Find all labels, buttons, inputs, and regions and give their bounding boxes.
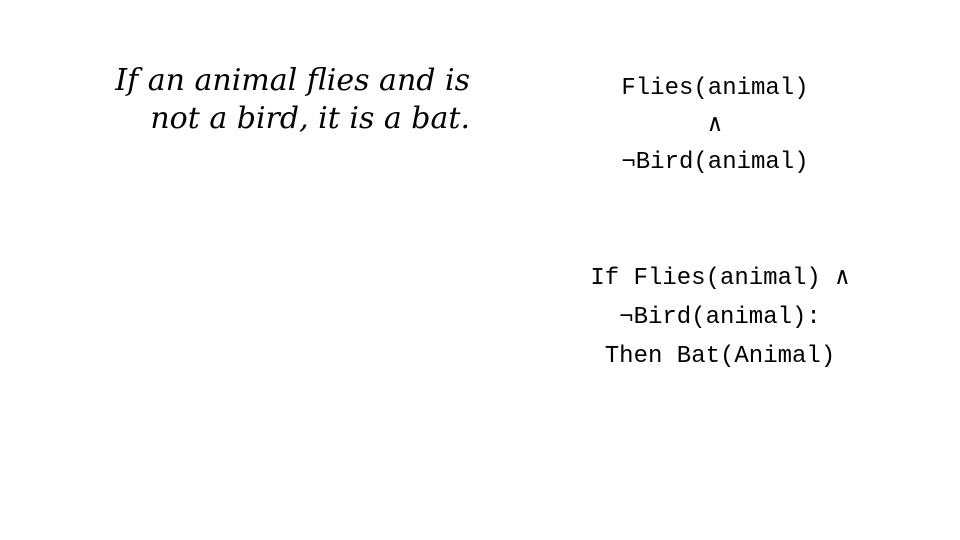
formula-line-1: Flies(animal) <box>621 75 809 102</box>
rule-line-1: If Flies(animal) ∧ <box>590 265 850 292</box>
formula-line-2: ∧ <box>707 112 723 139</box>
logic-formula: Flies(animal) ∧ ¬Bird(animal) <box>560 70 870 181</box>
rule-line-2: ¬Bird(animal): <box>619 304 821 331</box>
logic-rule: If Flies(animal) ∧ ¬Bird(animal): Then B… <box>520 259 920 376</box>
formula-line-3: ¬Bird(animal) <box>621 149 809 176</box>
natural-language-statement: If an animal flies and is not a bird, it… <box>60 62 470 138</box>
slide: If an animal flies and is not a bird, it… <box>0 0 960 540</box>
statement-line-2: not a bird, it is a bat. <box>150 101 470 136</box>
rule-line-3: Then Bat(Animal) <box>604 343 836 370</box>
statement-line-1: If an animal flies and is <box>115 63 470 98</box>
